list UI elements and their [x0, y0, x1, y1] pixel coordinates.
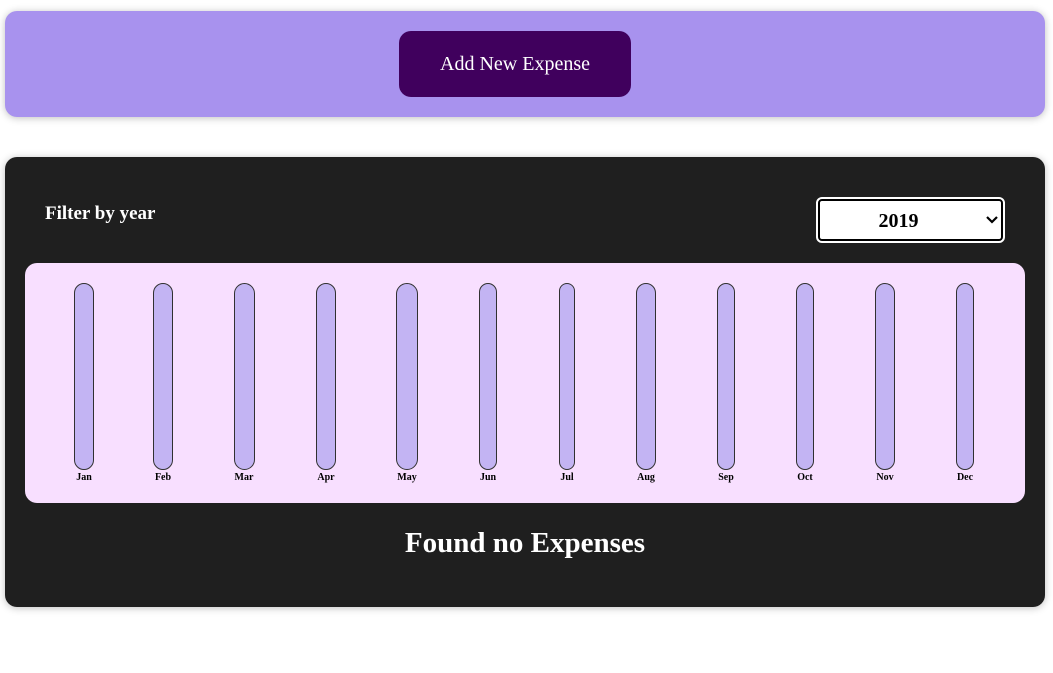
chart-bar-label: Jun: [479, 472, 497, 483]
expenses-panel: Filter by year 2019 Jan Feb Mar Apr May Jun Ju…: [5, 157, 1045, 607]
chart-bar-label: Oct: [797, 472, 813, 483]
chart-bar-dec: [956, 283, 974, 470]
chart-bar-feb: [153, 283, 173, 470]
chevron-down-icon: [986, 216, 998, 224]
chart-bar-label: Apr: [317, 472, 335, 483]
chart-bar-jun: [479, 283, 497, 470]
chart-bar-jul: [559, 283, 575, 470]
chart-bar-label: Dec: [956, 472, 974, 483]
chart-bar-label: Mar: [234, 472, 254, 483]
chart-bar-aug: [636, 283, 656, 470]
chart-bar-mar: [233, 283, 255, 470]
filter-by-year-label: Filter by year: [45, 203, 156, 224]
chart-bar-label: Feb: [154, 472, 172, 483]
add-new-expense-button[interactable]: Add New Expense: [399, 31, 631, 97]
chart-bar-label: May: [397, 472, 417, 483]
chart-bar-apr: [316, 283, 336, 470]
selected-year: 2019: [878, 210, 919, 232]
chart-bar-oct: [796, 283, 814, 470]
chart-bar-label: Nov: [876, 472, 894, 483]
expenses-chart: Jan Feb Mar Apr May Jun Jul Aug Sep Oct Nov Dec: [25, 263, 1025, 503]
chart-bar-label: Jan: [76, 472, 92, 483]
chart-bar-label: Jul: [560, 472, 574, 483]
chart-bar-label: Sep: [718, 472, 734, 483]
no-expenses-message: Found no Expenses: [404, 527, 646, 559]
year-select[interactable]: 2019: [816, 197, 1005, 243]
new-expense-panel: Add New Expense: [5, 11, 1045, 117]
chart-bar-nov: [875, 283, 895, 470]
chart-bar-may: [396, 283, 418, 470]
chart-bar-jan: [74, 283, 94, 470]
chart-bar-label: Aug: [637, 472, 655, 483]
chart-bar-sep: [717, 283, 735, 470]
